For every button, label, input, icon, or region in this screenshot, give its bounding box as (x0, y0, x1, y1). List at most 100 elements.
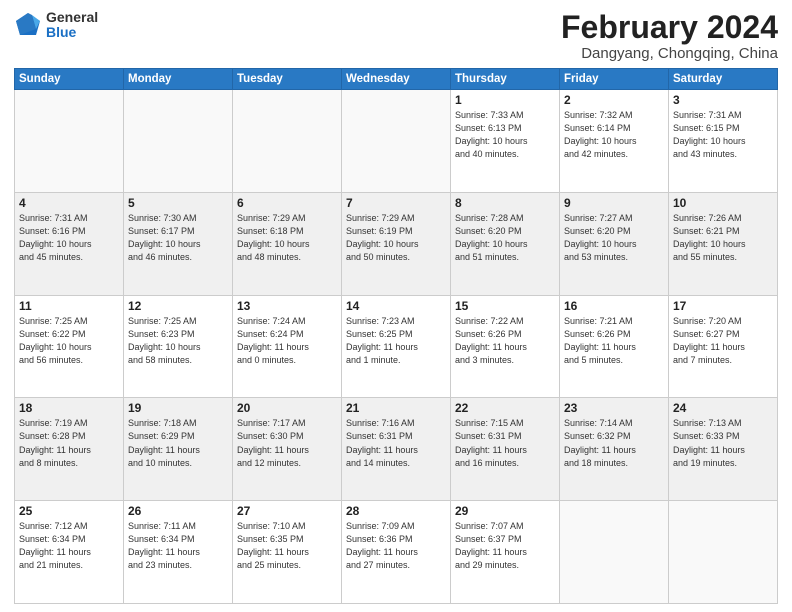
calendar-table: Sunday Monday Tuesday Wednesday Thursday… (14, 68, 778, 604)
table-row (669, 501, 778, 604)
table-row: 23 Sunrise: 7:14 AMSunset: 6:32 PMDayligh… (560, 398, 669, 501)
day-number: 6 (237, 196, 337, 210)
logo: General Blue (14, 10, 98, 41)
day-number: 25 (19, 504, 119, 518)
day-info: Sunrise: 7:13 AMSunset: 6:33 PMDaylight:… (673, 417, 773, 469)
day-info: Sunrise: 7:10 AMSunset: 6:35 PMDaylight:… (237, 520, 337, 572)
day-info: Sunrise: 7:07 AMSunset: 6:37 PMDaylight:… (455, 520, 555, 572)
table-row: 7Sunrise: 7:29 AMSunset: 6:19 PMDaylight… (342, 192, 451, 295)
day-number: 22 (455, 401, 555, 415)
day-number: 27 (237, 504, 337, 518)
calendar-week-row: 11 Sunrise: 7:25 AMSunset: 6:22 PMDayligh… (15, 295, 778, 398)
day-info: Sunrise: 7:33 AMSunset: 6:13 PMDaylight:… (455, 109, 555, 161)
day-number: 15 (455, 299, 555, 313)
table-row: 21Sunrise: 7:16 AMSunset: 6:31 PMDayligh… (342, 398, 451, 501)
table-row: 25 Sunrise: 7:12 AMSunset: 6:34 PMDayligh… (15, 501, 124, 604)
day-info: Sunrise: 7:31 AMSunset: 6:16 PMDaylight:… (19, 212, 119, 264)
day-number: 20 (237, 401, 337, 415)
table-row: 27 Sunrise: 7:10 AMSunset: 6:35 PMDayligh… (233, 501, 342, 604)
day-info: Sunrise: 7:21 AMSunset: 6:26 PMDaylight:… (564, 315, 664, 367)
table-row: 4 Sunrise: 7:31 AMSunset: 6:16 PMDaylight… (15, 192, 124, 295)
day-number: 16 (564, 299, 664, 313)
header: General Blue February 2024 Dangyang, Cho… (14, 10, 778, 62)
table-row: 5 Sunrise: 7:30 AMSunset: 6:17 PMDaylight… (124, 192, 233, 295)
table-row (342, 90, 451, 193)
day-number: 24 (673, 401, 773, 415)
table-row: 19Sunrise: 7:18 AMSunset: 6:29 PMDayligh… (124, 398, 233, 501)
calendar-week-row: 1 Sunrise: 7:33 AMSunset: 6:13 PMDaylight… (15, 90, 778, 193)
logo-icon (14, 11, 42, 39)
day-number: 14 (346, 299, 446, 313)
day-number: 19 (128, 401, 228, 415)
day-info: Sunrise: 7:17 AMSunset: 6:30 PMDaylight:… (237, 417, 337, 469)
table-row (15, 90, 124, 193)
table-row: 9Sunrise: 7:27 AMSunset: 6:20 PMDaylight… (560, 192, 669, 295)
day-info: Sunrise: 7:26 AMSunset: 6:21 PMDaylight:… (673, 212, 773, 264)
day-info: Sunrise: 7:31 AMSunset: 6:15 PMDaylight:… (673, 109, 773, 161)
day-info: Sunrise: 7:14 AMSunset: 6:32 PMDaylight:… (564, 417, 664, 469)
day-info: Sunrise: 7:12 AMSunset: 6:34 PMDaylight:… (19, 520, 119, 572)
day-info: Sunrise: 7:19 AMSunset: 6:28 PMDaylight:… (19, 417, 119, 469)
calendar-week-row: 25 Sunrise: 7:12 AMSunset: 6:34 PMDayligh… (15, 501, 778, 604)
day-info: Sunrise: 7:25 AMSunset: 6:23 PMDaylight:… (128, 315, 228, 367)
col-wednesday: Wednesday (342, 69, 451, 90)
col-saturday: Saturday (669, 69, 778, 90)
day-number: 3 (673, 93, 773, 107)
table-row: 14 Sunrise: 7:23 AMSunset: 6:25 PMDayligh… (342, 295, 451, 398)
table-row: 2 Sunrise: 7:32 AMSunset: 6:14 PMDaylight… (560, 90, 669, 193)
day-info: Sunrise: 7:30 AMSunset: 6:17 PMDaylight:… (128, 212, 228, 264)
day-info: Sunrise: 7:29 AMSunset: 6:18 PMDaylight:… (237, 212, 337, 264)
table-row: 3 Sunrise: 7:31 AMSunset: 6:15 PMDaylight… (669, 90, 778, 193)
day-number: 11 (19, 299, 119, 313)
day-info: Sunrise: 7:11 AMSunset: 6:34 PMDaylight:… (128, 520, 228, 572)
day-number: 17 (673, 299, 773, 313)
logo-text: General Blue (46, 10, 98, 41)
page: General Blue February 2024 Dangyang, Cho… (0, 0, 792, 612)
calendar-header-row: Sunday Monday Tuesday Wednesday Thursday… (15, 69, 778, 90)
table-row (233, 90, 342, 193)
day-info: Sunrise: 7:32 AMSunset: 6:14 PMDaylight:… (564, 109, 664, 161)
table-row: 8Sunrise: 7:28 AMSunset: 6:20 PMDaylight… (451, 192, 560, 295)
day-info: Sunrise: 7:22 AMSunset: 6:26 PMDaylight:… (455, 315, 555, 367)
day-number: 1 (455, 93, 555, 107)
col-monday: Monday (124, 69, 233, 90)
col-sunday: Sunday (15, 69, 124, 90)
table-row: 11 Sunrise: 7:25 AMSunset: 6:22 PMDayligh… (15, 295, 124, 398)
table-row: 26 Sunrise: 7:11 AMSunset: 6:34 PMDayligh… (124, 501, 233, 604)
table-row: 18Sunrise: 7:19 AMSunset: 6:28 PMDayligh… (15, 398, 124, 501)
day-number: 28 (346, 504, 446, 518)
calendar-week-row: 18Sunrise: 7:19 AMSunset: 6:28 PMDayligh… (15, 398, 778, 501)
col-friday: Friday (560, 69, 669, 90)
day-info: Sunrise: 7:20 AMSunset: 6:27 PMDaylight:… (673, 315, 773, 367)
table-row: 20 Sunrise: 7:17 AMSunset: 6:30 PMDayligh… (233, 398, 342, 501)
title-location: Dangyang, Chongqing, China (561, 45, 778, 62)
col-tuesday: Tuesday (233, 69, 342, 90)
table-row: 13Sunrise: 7:24 AMSunset: 6:24 PMDayligh… (233, 295, 342, 398)
title-block: February 2024 Dangyang, Chongqing, China (561, 10, 778, 62)
day-number: 2 (564, 93, 664, 107)
calendar-week-row: 4 Sunrise: 7:31 AMSunset: 6:16 PMDaylight… (15, 192, 778, 295)
table-row: 16 Sunrise: 7:21 AMSunset: 6:26 PMDayligh… (560, 295, 669, 398)
table-row: 29Sunrise: 7:07 AMSunset: 6:37 PMDayligh… (451, 501, 560, 604)
day-number: 12 (128, 299, 228, 313)
day-number: 8 (455, 196, 555, 210)
day-number: 5 (128, 196, 228, 210)
logo-general-text: General (46, 10, 98, 25)
day-info: Sunrise: 7:15 AMSunset: 6:31 PMDaylight:… (455, 417, 555, 469)
day-number: 26 (128, 504, 228, 518)
table-row: 6 Sunrise: 7:29 AMSunset: 6:18 PMDaylight… (233, 192, 342, 295)
table-row: 24 Sunrise: 7:13 AMSunset: 6:33 PMDayligh… (669, 398, 778, 501)
day-info: Sunrise: 7:16 AMSunset: 6:31 PMDaylight:… (346, 417, 446, 469)
day-info: Sunrise: 7:25 AMSunset: 6:22 PMDaylight:… (19, 315, 119, 367)
day-info: Sunrise: 7:29 AMSunset: 6:19 PMDaylight:… (346, 212, 446, 264)
table-row: 22 Sunrise: 7:15 AMSunset: 6:31 PMDayligh… (451, 398, 560, 501)
day-number: 13 (237, 299, 337, 313)
day-info: Sunrise: 7:23 AMSunset: 6:25 PMDaylight:… (346, 315, 446, 367)
logo-blue-text: Blue (46, 25, 98, 40)
day-number: 4 (19, 196, 119, 210)
day-number: 10 (673, 196, 773, 210)
table-row: 12 Sunrise: 7:25 AMSunset: 6:23 PMDayligh… (124, 295, 233, 398)
day-number: 23 (564, 401, 664, 415)
table-row: 17 Sunrise: 7:20 AMSunset: 6:27 PMDayligh… (669, 295, 778, 398)
day-info: Sunrise: 7:27 AMSunset: 6:20 PMDaylight:… (564, 212, 664, 264)
